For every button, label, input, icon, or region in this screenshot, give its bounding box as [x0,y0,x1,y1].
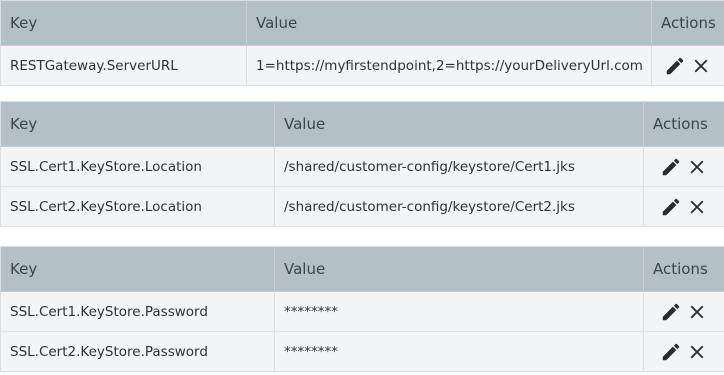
config-table-keystore-password: Key Value Actions SSL.Cert1.KeyStore.Pas… [0,246,724,372]
pencil-icon[interactable] [660,341,682,363]
row-actions [651,45,724,86]
config-table-rest-gateway: Key Value Actions RESTGateway.ServerURL … [0,0,724,86]
close-icon[interactable] [686,301,708,323]
row-key: RESTGateway.ServerURL [0,45,247,86]
table-header-row: Key Value Actions [0,0,724,46]
row-value: /shared/customer-config/keystore/Cert1.j… [274,146,644,187]
column-header-actions: Actions [651,0,724,46]
column-header-actions: Actions [643,101,724,147]
table-row: SSL.Cert2.KeyStore.Location /shared/cust… [0,186,724,227]
table-header-row: Key Value Actions [0,246,724,292]
row-value: ******** [274,291,644,332]
column-header-key[interactable]: Key [0,101,275,147]
column-header-value[interactable]: Value [274,101,644,147]
row-value: ******** [274,331,644,372]
pencil-icon[interactable] [660,196,682,218]
column-header-key[interactable]: Key [0,0,247,46]
close-icon[interactable] [686,156,708,178]
row-actions [643,291,724,332]
close-icon[interactable] [686,341,708,363]
column-header-value[interactable]: Value [274,246,644,292]
table-header-row: Key Value Actions [0,101,724,147]
pencil-icon[interactable] [660,156,682,178]
close-icon[interactable] [686,196,708,218]
column-header-actions: Actions [643,246,724,292]
table-row: SSL.Cert1.KeyStore.Password ******** [0,291,724,332]
pencil-icon[interactable] [664,55,686,77]
row-key: SSL.Cert1.KeyStore.Password [0,291,275,332]
row-actions [643,331,724,372]
table-row: RESTGateway.ServerURL 1=https://myfirste… [0,45,724,86]
row-actions [643,186,724,227]
row-key: SSL.Cert2.KeyStore.Location [0,186,275,227]
table-row: SSL.Cert1.KeyStore.Location /shared/cust… [0,146,724,187]
row-value: 1=https://myfirstendpoint,2=https://your… [246,45,652,86]
config-table-keystore-location: Key Value Actions SSL.Cert1.KeyStore.Loc… [0,101,724,227]
row-key: SSL.Cert1.KeyStore.Location [0,146,275,187]
pencil-icon[interactable] [660,301,682,323]
close-icon[interactable] [690,55,712,77]
row-actions [643,146,724,187]
column-header-value[interactable]: Value [246,0,652,46]
row-key: SSL.Cert2.KeyStore.Password [0,331,275,372]
column-header-key[interactable]: Key [0,246,275,292]
row-value: /shared/customer-config/keystore/Cert2.j… [274,186,644,227]
table-row: SSL.Cert2.KeyStore.Password ******** [0,331,724,372]
